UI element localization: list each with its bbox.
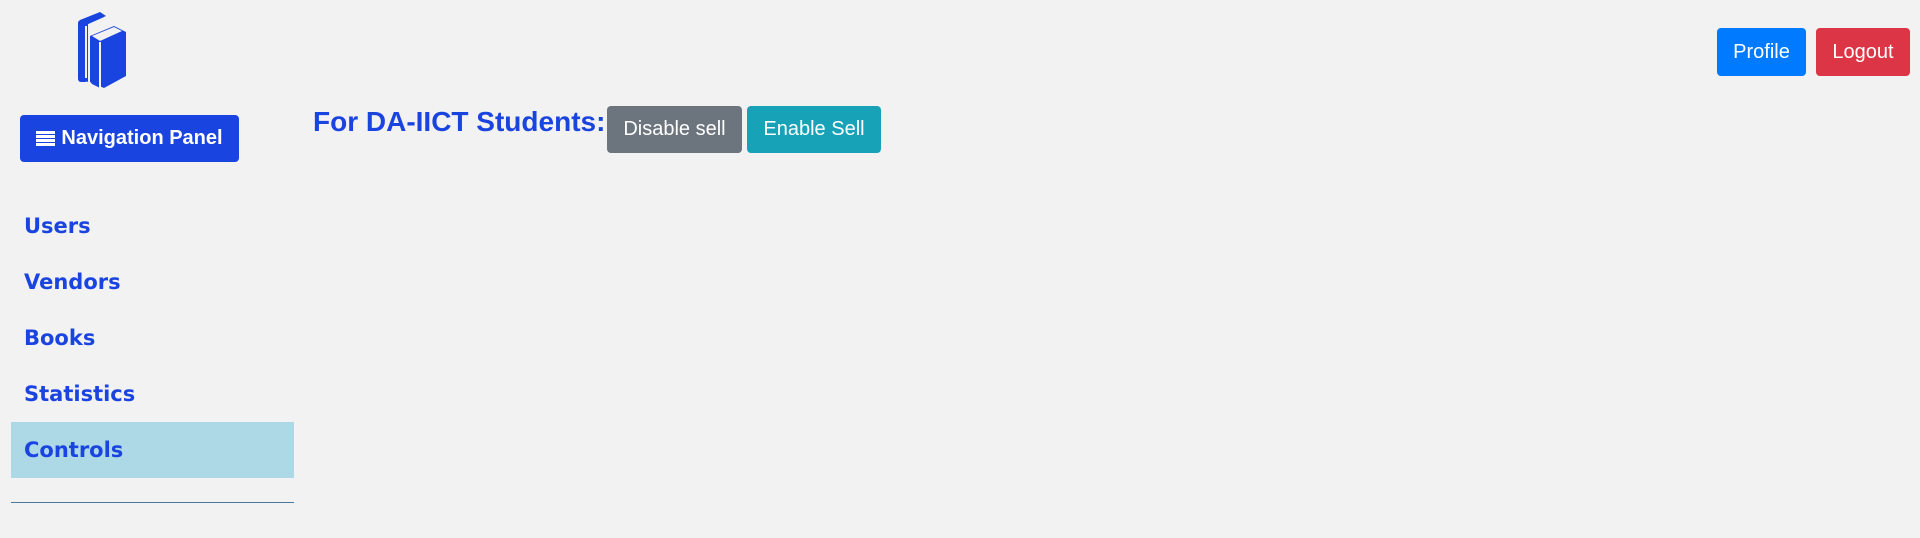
sidebar-item-statistics[interactable]: Statistics: [11, 366, 294, 422]
logout-button[interactable]: Logout: [1816, 28, 1910, 76]
disable-sell-button[interactable]: Disable sell: [607, 106, 742, 153]
sidebar-divider: [11, 502, 294, 503]
sidebar-nav: Users Vendors Books Statistics Controls: [11, 198, 294, 478]
sidebar-item-controls[interactable]: Controls: [11, 422, 294, 478]
navigation-panel-label: Navigation Panel: [61, 127, 223, 149]
books-icon: [66, 12, 134, 88]
profile-button[interactable]: Profile: [1717, 28, 1806, 76]
hamburger-icon: [36, 131, 56, 146]
students-sell-label: For DA-IICT Students:: [313, 106, 606, 137]
sidebar-item-users[interactable]: Users: [11, 198, 294, 254]
sidebar-item-vendors[interactable]: Vendors: [11, 254, 294, 310]
enable-sell-button[interactable]: Enable Sell: [747, 106, 881, 153]
navigation-panel-toggle[interactable]: Navigation Panel: [20, 115, 239, 162]
sidebar-item-books[interactable]: Books: [11, 310, 294, 366]
